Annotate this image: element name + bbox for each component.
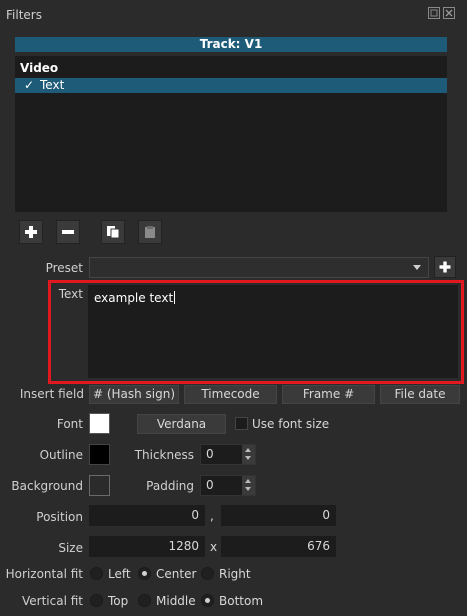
size-height-field[interactable]: 676 bbox=[221, 536, 336, 557]
thickness-value: 0 bbox=[206, 447, 214, 461]
title-bar: Filters bbox=[0, 0, 467, 32]
track-header: Track: V1 bbox=[15, 37, 447, 52]
undock-icon[interactable] bbox=[428, 7, 440, 19]
thickness-label: Thickness bbox=[134, 448, 194, 462]
insert-frame-button[interactable]: Frame # bbox=[282, 385, 375, 404]
position-x-field[interactable]: 0 bbox=[89, 505, 205, 526]
size-separator: x bbox=[210, 540, 218, 554]
size-width-field[interactable]: 1280 bbox=[89, 536, 205, 557]
padding-stepper[interactable] bbox=[242, 476, 255, 495]
font-label: Font bbox=[56, 417, 83, 431]
position-separator: , bbox=[210, 509, 214, 523]
insert-field-label: Insert field bbox=[19, 387, 84, 401]
hfit-center-radio[interactable] bbox=[138, 567, 151, 580]
hfit-right-label: Right bbox=[219, 567, 251, 581]
paste-filter-button[interactable] bbox=[138, 220, 162, 244]
position-label: Position bbox=[36, 510, 83, 524]
size-label: Size bbox=[58, 541, 83, 555]
insert-timecode-button[interactable]: Timecode bbox=[184, 385, 277, 404]
hfit-left-label: Left bbox=[108, 567, 131, 581]
vfit-middle-radio[interactable] bbox=[138, 594, 151, 607]
thickness-stepper[interactable] bbox=[242, 445, 255, 464]
minus-icon bbox=[62, 230, 74, 234]
vfit-top-radio[interactable] bbox=[90, 594, 103, 607]
horizontal-fit-label: Horizontal fit bbox=[5, 567, 83, 581]
background-color-swatch[interactable] bbox=[89, 475, 110, 496]
use-font-size-label: Use font size bbox=[252, 417, 330, 431]
preset-combo[interactable] bbox=[89, 257, 429, 278]
hfit-left-radio[interactable] bbox=[90, 567, 103, 580]
paste-icon bbox=[145, 226, 155, 238]
plus-icon bbox=[25, 226, 37, 238]
vfit-bottom-label: Bottom bbox=[219, 594, 264, 608]
filter-item-text[interactable]: ✓ Text bbox=[15, 78, 447, 93]
add-filter-button[interactable] bbox=[19, 220, 43, 244]
close-icon[interactable] bbox=[443, 7, 455, 19]
padding-value: 0 bbox=[206, 478, 214, 492]
hfit-right-radio[interactable] bbox=[201, 567, 214, 580]
font-button[interactable]: Verdana bbox=[137, 414, 226, 434]
copy-filter-button[interactable] bbox=[101, 220, 125, 244]
vertical-fit-label: Vertical fit bbox=[22, 594, 83, 608]
filter-item-label: Text bbox=[40, 78, 65, 92]
window-title: Filters bbox=[6, 8, 42, 22]
save-preset-button[interactable] bbox=[434, 256, 456, 278]
vfit-top-label: Top bbox=[108, 594, 129, 608]
check-icon[interactable]: ✓ bbox=[24, 78, 34, 93]
vfit-middle-label: Middle bbox=[156, 594, 196, 608]
copy-icon bbox=[107, 226, 120, 239]
insert-file-date-button[interactable]: File date bbox=[380, 385, 460, 404]
hfit-center-label: Center bbox=[156, 567, 197, 581]
outline-label: Outline bbox=[39, 448, 83, 462]
insert-hash-button[interactable]: # (Hash sign) bbox=[89, 385, 179, 404]
filter-group-video: Video bbox=[20, 61, 59, 75]
remove-filter-button[interactable] bbox=[56, 220, 80, 244]
font-color-swatch[interactable] bbox=[89, 413, 110, 434]
position-y-field[interactable]: 0 bbox=[221, 505, 336, 526]
preset-label: Preset bbox=[45, 261, 83, 275]
outline-color-swatch[interactable] bbox=[89, 444, 110, 465]
plus-icon bbox=[439, 261, 451, 273]
highlight-box bbox=[48, 280, 464, 384]
vfit-bottom-radio[interactable] bbox=[201, 594, 214, 607]
background-label: Background bbox=[11, 479, 83, 493]
use-font-size-checkbox[interactable] bbox=[235, 417, 248, 430]
padding-label: Padding bbox=[146, 479, 194, 493]
chevron-down-icon bbox=[413, 265, 421, 270]
